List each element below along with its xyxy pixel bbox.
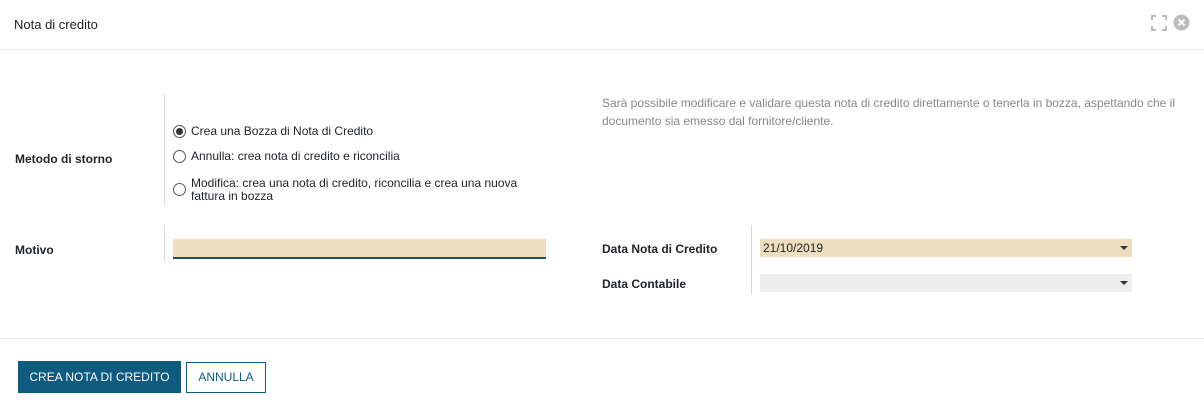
radio-option-annulla[interactable]: Annulla: crea nota di credito e riconcil… — [173, 150, 400, 163]
vertical-divider — [164, 225, 165, 261]
motivo-input[interactable] — [173, 239, 546, 259]
data-contabile-select[interactable] — [760, 274, 1132, 292]
radio-unchecked-icon[interactable] — [173, 150, 186, 163]
radio-option-bozza[interactable]: Crea una Bozza di Nota di Credito — [173, 125, 373, 138]
radio-option-modifica[interactable]: Modifica: crea una nota di credito, rico… — [173, 177, 533, 203]
caret-down-icon — [1120, 246, 1128, 250]
radio-checked-icon[interactable] — [173, 125, 186, 138]
data-nota-select[interactable]: 21/10/2019 — [760, 239, 1132, 257]
data-nota-label: Data Nota di Credito — [602, 242, 718, 256]
radio-option-label: Crea una Bozza di Nota di Credito — [191, 124, 374, 138]
caret-down-icon — [1120, 281, 1128, 285]
annulla-button[interactable]: ANNULLA — [186, 362, 266, 393]
dialog-title: Nota di credito — [14, 17, 98, 32]
expand-icon[interactable] — [1151, 15, 1167, 31]
help-text: Sarà possibile modificare e validare que… — [602, 96, 1176, 128]
radio-option-label: Modifica: crea una nota di credito, rico… — [191, 176, 518, 203]
crea-nota-button[interactable]: CREA NOTA DI CREDITO — [18, 361, 181, 393]
vertical-divider — [751, 225, 752, 294]
radio-option-label: Annulla: crea nota di credito e riconcil… — [191, 149, 400, 163]
data-nota-value: 21/10/2019 — [763, 241, 824, 255]
data-contabile-label: Data Contabile — [602, 277, 687, 291]
radio-unchecked-icon[interactable] — [173, 183, 186, 196]
close-icon[interactable] — [1173, 14, 1190, 31]
metodo-label: Metodo di storno — [15, 152, 113, 166]
vertical-divider — [164, 94, 165, 204]
motivo-label: Motivo — [15, 243, 54, 257]
dialog-header: Nota di credito — [0, 0, 1204, 50]
